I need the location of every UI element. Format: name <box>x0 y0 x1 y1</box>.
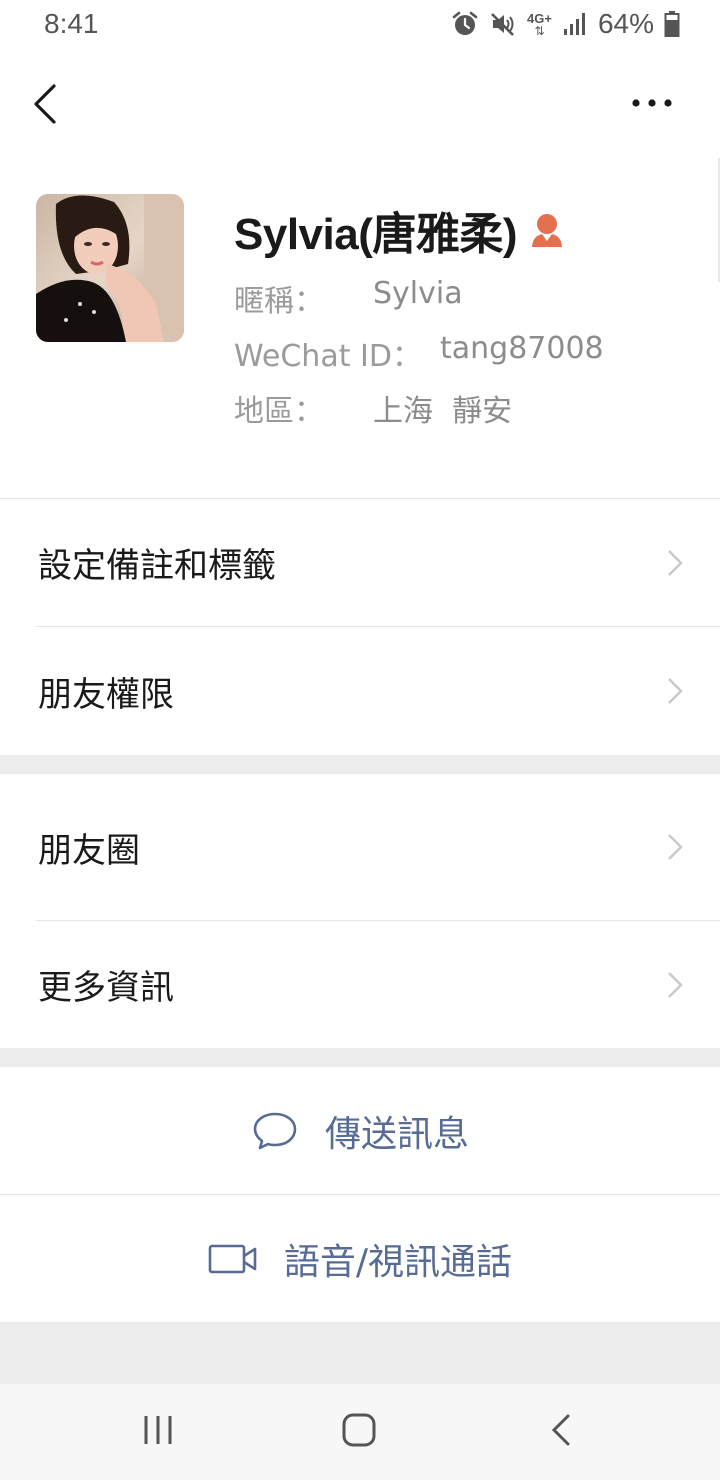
more-options-button[interactable] <box>630 88 680 118</box>
region-label: 地區： <box>234 394 324 429</box>
back-button[interactable] <box>28 80 68 130</box>
alarm-icon <box>452 11 478 35</box>
signal-icon <box>563 13 585 35</box>
more-dots-icon <box>632 99 672 107</box>
chevron-right-icon <box>668 549 683 576</box>
more-info-label: 更多資訊 <box>38 968 174 1008</box>
section-gap <box>0 1048 720 1067</box>
chevron-right-icon <box>668 834 683 860</box>
profile-name-row: Sylvia(唐雅柔) <box>234 198 565 262</box>
system-nav-bar <box>0 1384 720 1480</box>
system-back-button[interactable] <box>550 1414 572 1446</box>
chevron-left-icon <box>34 84 56 124</box>
friend-permissions-label: 朋友權限 <box>38 674 174 715</box>
wechat-id-label: WeChat ID： <box>234 339 422 374</box>
network-type: 4G+ ⇅ <box>527 12 552 37</box>
home-button[interactable] <box>342 1413 376 1447</box>
send-message-label: 傳送訊息 <box>324 1113 469 1155</box>
section-gap <box>0 755 720 774</box>
wechat-id-value: tang87008 <box>440 331 604 366</box>
nickname-value: Sylvia <box>373 276 463 311</box>
send-message-button[interactable]: 傳送訊息 <box>0 1067 720 1194</box>
avatar-photo <box>36 194 184 342</box>
status-time: 8:41 <box>44 8 99 39</box>
network-arrows-icon: ⇅ <box>534 23 545 38</box>
chevron-right-icon <box>668 678 683 704</box>
nickname-line: 暱稱： Sylvia <box>234 276 463 320</box>
set-remarks-label: 設定備註和標籤 <box>38 546 276 586</box>
moments-label: 朋友圈 <box>38 830 140 871</box>
friend-permissions-row[interactable]: 朋友權限 <box>0 627 720 755</box>
moments-row[interactable]: 朋友圈 <box>0 774 720 920</box>
nickname-label: 暱稱： <box>234 284 324 319</box>
wechat-id-line[interactable]: WeChat ID： tang87008 <box>234 331 604 375</box>
chevron-right-icon <box>668 971 683 998</box>
profile-name: Sylvia(唐雅柔) <box>234 210 518 259</box>
recent-apps-button[interactable] <box>142 1414 174 1446</box>
network-type-label: 4G+ <box>527 10 552 26</box>
avatar[interactable] <box>36 194 184 342</box>
mute-icon <box>491 13 514 36</box>
video-camera-icon <box>208 1244 257 1273</box>
chat-bubble-icon <box>253 1112 297 1149</box>
battery-icon <box>664 11 680 37</box>
region-value: 上海 靜安 <box>373 394 513 429</box>
more-info-row[interactable]: 更多資訊 <box>0 921 720 1048</box>
voice-video-call-button[interactable]: 語音/視訊通話 <box>0 1195 720 1322</box>
bottom-gap <box>0 1322 720 1384</box>
region-line: 地區： 上海 靜安 <box>234 386 512 430</box>
female-gender-icon <box>532 214 563 247</box>
battery-level: 64% <box>597 8 654 39</box>
voice-video-call-label: 語音/視訊通話 <box>283 1241 513 1283</box>
status-icons: 4G+ ⇅ 64% <box>451 6 680 42</box>
set-remarks-row[interactable]: 設定備註和標籤 <box>0 499 720 626</box>
